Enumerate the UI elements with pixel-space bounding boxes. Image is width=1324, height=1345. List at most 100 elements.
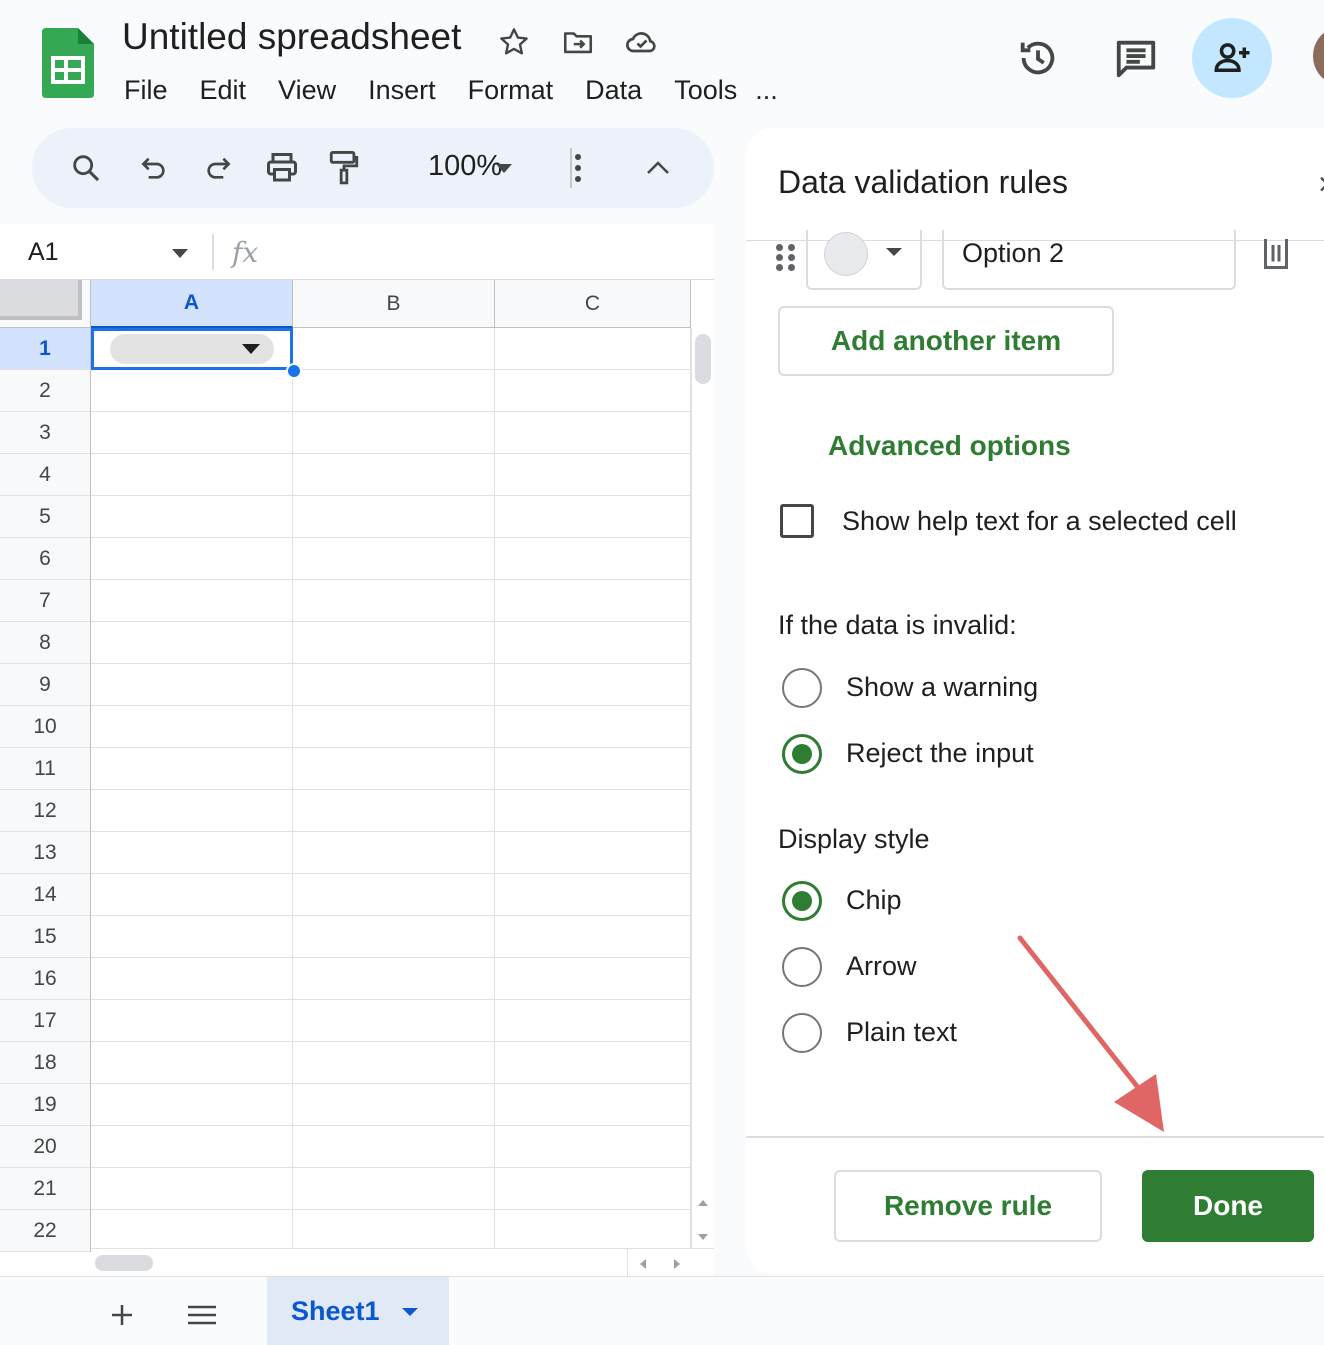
cell-c16[interactable] [495,958,691,1000]
cell-b16[interactable] [293,958,495,1000]
remove-rule-button[interactable]: Remove rule [834,1170,1102,1242]
horizontal-scrollbar[interactable] [91,1248,714,1276]
row-header-8[interactable]: 8 [0,622,91,664]
cell-b8[interactable] [293,622,495,664]
more-options-button[interactable] [554,144,602,192]
fill-handle[interactable] [286,363,302,379]
cell-b2[interactable] [293,370,495,412]
cell-a7[interactable] [91,580,293,622]
arrow-radio[interactable] [782,947,822,987]
row-header-20[interactable]: 20 [0,1126,91,1168]
cell-a13[interactable] [91,832,293,874]
select-all-corner[interactable] [0,280,91,328]
version-history-button[interactable] [998,18,1078,98]
cell-c4[interactable] [495,454,691,496]
cell-b12[interactable] [293,790,495,832]
row-header-5[interactable]: 5 [0,496,91,538]
cell-b20[interactable] [293,1126,495,1168]
cell-a14[interactable] [91,874,293,916]
cell-c3[interactable] [495,412,691,454]
cell-c8[interactable] [495,622,691,664]
add-another-item-button[interactable]: Add another item [778,306,1114,376]
menu-more[interactable]: ... [753,75,794,106]
cell-a3[interactable] [91,412,293,454]
cell-c1[interactable] [495,328,691,370]
row-header-19[interactable]: 19 [0,1084,91,1126]
cell-a8[interactable] [91,622,293,664]
row-header-15[interactable]: 15 [0,916,91,958]
paint-format-button[interactable] [320,144,368,192]
cell-a17[interactable] [91,1000,293,1042]
cell-b1[interactable] [293,328,495,370]
plain-text-radio[interactable] [782,1013,822,1053]
cell-c18[interactable] [495,1042,691,1084]
cell-c21[interactable] [495,1168,691,1210]
row-header-22[interactable]: 22 [0,1210,91,1252]
cell-b21[interactable] [293,1168,495,1210]
cloud-saved-icon[interactable] [624,24,660,60]
row-header-16[interactable]: 16 [0,958,91,1000]
column-header-b[interactable]: B [293,280,495,328]
cell-b22[interactable] [293,1210,495,1252]
search-menus-button[interactable] [62,144,110,192]
scroll-left-arrow[interactable] [639,1257,647,1275]
option-item-input[interactable]: Option 2 [942,230,1236,290]
menu-format[interactable]: Format [452,75,570,106]
cell-c10[interactable] [495,706,691,748]
cell-a11[interactable] [91,748,293,790]
cell-c7[interactable] [495,580,691,622]
cell-b18[interactable] [293,1042,495,1084]
print-button[interactable] [258,144,306,192]
cell-b17[interactable] [293,1000,495,1042]
column-header-a[interactable]: A [91,280,293,328]
cell-c19[interactable] [495,1084,691,1126]
close-icon[interactable]: × [1318,166,1324,203]
cell-a4[interactable] [91,454,293,496]
menu-file[interactable]: File [108,75,184,106]
scroll-down-arrow[interactable] [697,1228,709,1246]
cell-a12[interactable] [91,790,293,832]
row-header-18[interactable]: 18 [0,1042,91,1084]
row-header-6[interactable]: 6 [0,538,91,580]
menu-edit[interactable]: Edit [184,75,263,106]
cell-c5[interactable] [495,496,691,538]
cell-b5[interactable] [293,496,495,538]
move-folder-icon[interactable] [560,24,596,60]
menu-tools[interactable]: Tools [658,75,753,106]
cell-c12[interactable] [495,790,691,832]
sheet-tab-sheet1[interactable]: Sheet1 [267,1277,449,1345]
zoom-dropdown[interactable] [480,144,528,192]
cell-a5[interactable] [91,496,293,538]
cell-b9[interactable] [293,664,495,706]
cell-b6[interactable] [293,538,495,580]
row-header-2[interactable]: 2 [0,370,91,412]
cell-b10[interactable] [293,706,495,748]
cell-a18[interactable] [91,1042,293,1084]
row-header-10[interactable]: 10 [0,706,91,748]
hide-menus-button[interactable] [634,144,682,192]
delete-item-icon[interactable] [1258,236,1294,272]
cell-a16[interactable] [91,958,293,1000]
cell-a6[interactable] [91,538,293,580]
avatar[interactable] [1313,26,1324,86]
cell-c15[interactable] [495,916,691,958]
cell-a15[interactable] [91,916,293,958]
sheets-logo[interactable] [42,28,94,98]
row-header-13[interactable]: 13 [0,832,91,874]
cell-c20[interactable] [495,1126,691,1168]
row-header-21[interactable]: 21 [0,1168,91,1210]
cell-b3[interactable] [293,412,495,454]
row-header-3[interactable]: 3 [0,412,91,454]
caret-down-icon[interactable] [401,1307,418,1316]
row-header-4[interactable]: 4 [0,454,91,496]
chip-radio[interactable] [782,881,822,921]
name-box-dropdown[interactable] [170,246,190,264]
scroll-up-arrow[interactable] [697,1194,709,1212]
cell-a22[interactable] [91,1210,293,1252]
cell-a9[interactable] [91,664,293,706]
spreadsheet-grid[interactable]: A B C 1 2 3 4 5 6 7 8 9 10 11 12 13 14 15 16 17 18 19 20 21 2… [0,280,714,1276]
share-button[interactable] [1192,18,1272,98]
add-sheet-button[interactable] [102,1295,142,1335]
show-warning-radio[interactable] [782,668,822,708]
name-box[interactable]: A1 [28,238,59,267]
